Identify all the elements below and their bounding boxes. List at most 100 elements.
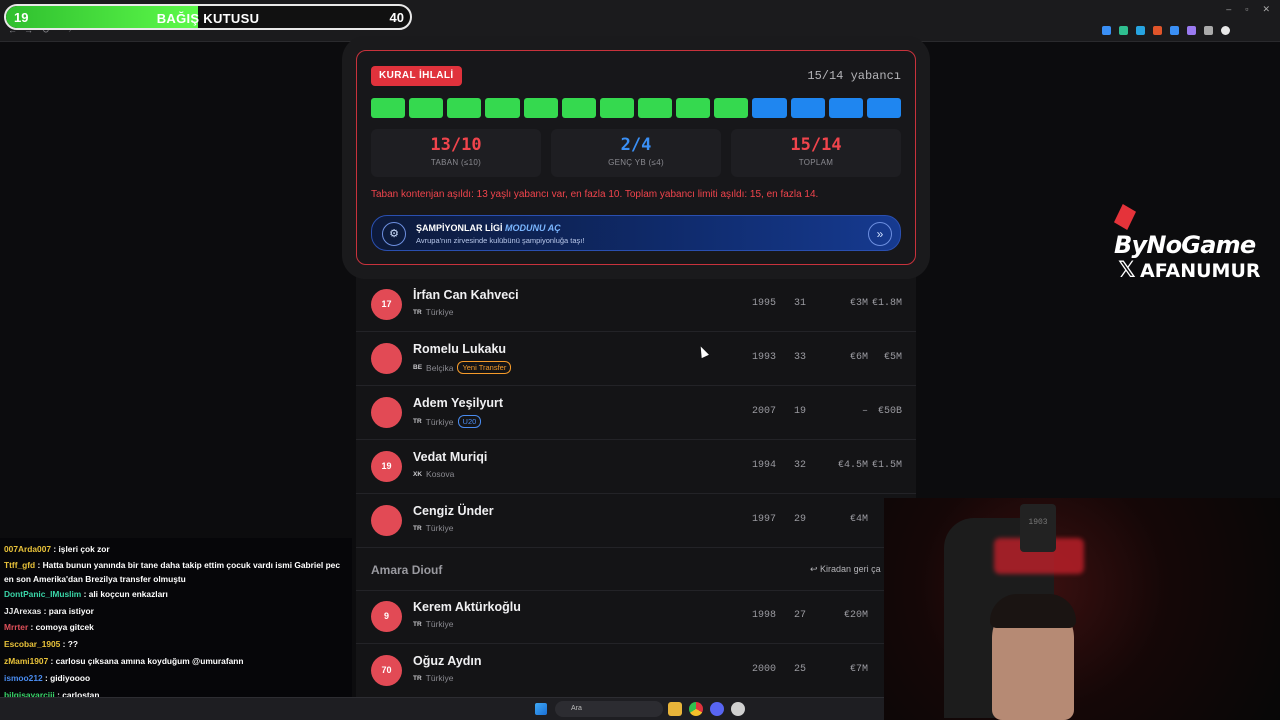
trophy-icon: ⚙ <box>382 222 406 246</box>
player-nationality: TR Türkiye <box>413 619 454 629</box>
maximize-icon[interactable]: ▫ <box>1245 4 1248 15</box>
chat-username: JJArexas <box>4 605 42 616</box>
country-code: BE <box>413 364 423 371</box>
player-row[interactable]: 19 Vedat Muriqi XK Kosova 1994 32 €4.5M … <box>356 440 916 494</box>
age: 32 <box>794 460 807 471</box>
chat-message: 007Arda007 : işleri çok zor <box>4 541 348 558</box>
extension-icon[interactable] <box>1136 26 1145 35</box>
chat-username: 007Arda007 <box>4 544 52 554</box>
section-header: Amara Diouf ↩ Kiradan geri ça <box>356 548 916 591</box>
chat-message: ismoo212 : gidiyoooo <box>4 670 348 687</box>
windows-start-icon[interactable] <box>535 703 547 715</box>
chat-username: DontPanic_IMuslim <box>4 588 82 599</box>
minimize-icon[interactable]: – <box>1226 4 1231 15</box>
extension-icon[interactable] <box>1187 26 1196 35</box>
market-value: €6M <box>849 352 868 363</box>
slot-filled-youth <box>828 98 863 118</box>
player-row[interactable]: Cengiz Ünder TR Türkiye 1997 29 €4M €2 <box>356 494 916 548</box>
violation-warning: Taban kontenjan aşıldı: 13 yaşlı yabancı… <box>371 189 819 200</box>
cl-banner-subtitle: Avrupa'nın zirvesinde kulübünü şampiyonl… <box>416 236 585 245</box>
stat-value: 13/10 <box>430 135 482 155</box>
player-row[interactable]: 17 İrfan Can Kahveci TR Türkiye 1995 31 … <box>356 278 916 332</box>
player-nationality: TR Türkiye <box>413 673 454 683</box>
screen: ← → ↻ 14yabanci.com/... – ▫ ✕ 19 BAĞIŞ K… <box>0 0 1280 720</box>
file-explorer-icon[interactable] <box>668 702 682 716</box>
chrome-icon[interactable] <box>689 702 703 716</box>
country-name: Türkiye <box>425 416 454 427</box>
country-code: TR <box>413 524 422 532</box>
age: 33 <box>794 352 807 363</box>
player-row[interactable]: 9 Kerem Aktürkoğlu TR Türkiye 1998 27 €2… <box>356 590 916 644</box>
slot-filled-senior <box>447 98 482 118</box>
chat-text: : gidiyoooo <box>42 672 91 683</box>
chat-message: Escobar_1905 : ?? <box>4 636 348 653</box>
violation-badge: KURAL İHLALİ <box>371 66 462 86</box>
chat-username: Mrrter <box>4 622 29 633</box>
chat-text: : işleri çok zor <box>51 544 110 554</box>
player-name: İrfan Can Kahveci <box>413 288 519 302</box>
slot-filled-senior <box>599 98 634 118</box>
player-nationality: TR Türkiye U20 <box>413 415 482 428</box>
profile-avatar[interactable] <box>1221 26 1230 35</box>
jersey-number <box>371 343 402 374</box>
jersey-number: 9 <box>371 601 402 632</box>
bynogame-logo: ByNoGame <box>1114 203 1280 259</box>
cl-title-plain: ŞAMPİYONLAR LİGİ <box>416 223 503 233</box>
cl-banner-title: ŞAMPİYONLAR LİGİ MODUNU AÇ <box>416 223 561 233</box>
extension-icon[interactable] <box>1170 26 1179 35</box>
contract-value: €50B <box>877 406 902 417</box>
wall-sign: 1903 <box>1020 504 1056 552</box>
chat-text: : carlosu çıksana amına koyduğum @umuraf… <box>48 655 244 666</box>
extension-icon[interactable] <box>1153 26 1162 35</box>
extension-icon[interactable] <box>1204 26 1213 35</box>
country-code: XK <box>413 470 423 478</box>
taskbar-search[interactable]: Ara <box>555 701 663 717</box>
chat-message: Ttff_gfd : Hatta bunun yanında bir tane … <box>4 558 348 586</box>
donation-progress-bar: 19 BAĞIŞ KUTUSU 40 <box>4 4 412 30</box>
bynogame-icon <box>1114 204 1136 230</box>
market-value: €20M <box>843 610 868 621</box>
player-row[interactable]: Adem Yeşilyurt TR Türkiye U20 2007 19 – … <box>356 386 916 440</box>
x-handle-text: AFANUMUR <box>1140 260 1261 282</box>
extension-icon[interactable] <box>1119 26 1128 35</box>
player-name: Vedat Muriqi <box>413 450 488 464</box>
birth-year: 1997 <box>752 514 777 525</box>
contract-value: €1.8M <box>871 298 902 309</box>
contract-value: €5M <box>883 352 902 363</box>
jersey-number: 17 <box>371 289 402 320</box>
loan-return-button[interactable]: ↩ Kiradan geri ça <box>810 564 881 575</box>
market-value: €4M <box>849 514 868 525</box>
app-icon[interactable] <box>731 702 745 716</box>
chat-username: zMami1907 <box>4 655 49 666</box>
player-nationality: TR Türkiye <box>413 307 454 317</box>
foreign-count-label: 15/14 yabancı <box>807 69 901 83</box>
stat-label: GENÇ YB (≤4) <box>608 158 664 167</box>
player-row[interactable]: Romelu Lukaku BE Belçika Yeni Transfer 1… <box>356 332 916 386</box>
market-value: €7M <box>849 664 868 675</box>
birth-year: 1998 <box>752 610 777 621</box>
player-nationality: TR Türkiye <box>413 523 454 533</box>
slot-filled-youth <box>790 98 825 118</box>
champions-league-banner[interactable]: ⚙ ŞAMPİYONLAR LİGİ MODUNU AÇ Avrupa'nın … <box>371 215 901 251</box>
slot-filled-youth <box>752 98 787 118</box>
double-chevron-right-icon[interactable]: » <box>868 222 892 246</box>
chat-message: JJArexas : para istiyor <box>4 603 348 620</box>
chat-overlay: 007Arda007 : işleri çok zor Ttff_gfd : Ha… <box>0 538 352 720</box>
player-nationality: XK Kosova <box>413 469 454 479</box>
player-name: Adem Yeşilyurt <box>413 396 504 410</box>
close-icon[interactable]: ✕ <box>1262 4 1270 15</box>
birth-year: 2007 <box>752 406 777 417</box>
chat-text: : para istiyor <box>41 605 94 616</box>
age: 31 <box>794 298 807 309</box>
country-code: TR <box>413 674 422 682</box>
chat-message: DontPanic_IMuslim : ali koçcun enkazları <box>4 586 348 603</box>
country-code: TR <box>413 418 422 425</box>
extension-icon[interactable] <box>1102 26 1111 35</box>
discord-icon[interactable] <box>710 702 724 716</box>
player-row[interactable]: 70 Oğuz Aydın TR Türkiye 2000 25 €7M <box>356 644 916 698</box>
taskbar: Ara <box>0 697 884 720</box>
age: 25 <box>794 664 807 675</box>
country-name: Türkiye <box>425 523 454 533</box>
age: 27 <box>794 610 807 621</box>
chat-username: Ttff_gfd <box>4 559 36 570</box>
